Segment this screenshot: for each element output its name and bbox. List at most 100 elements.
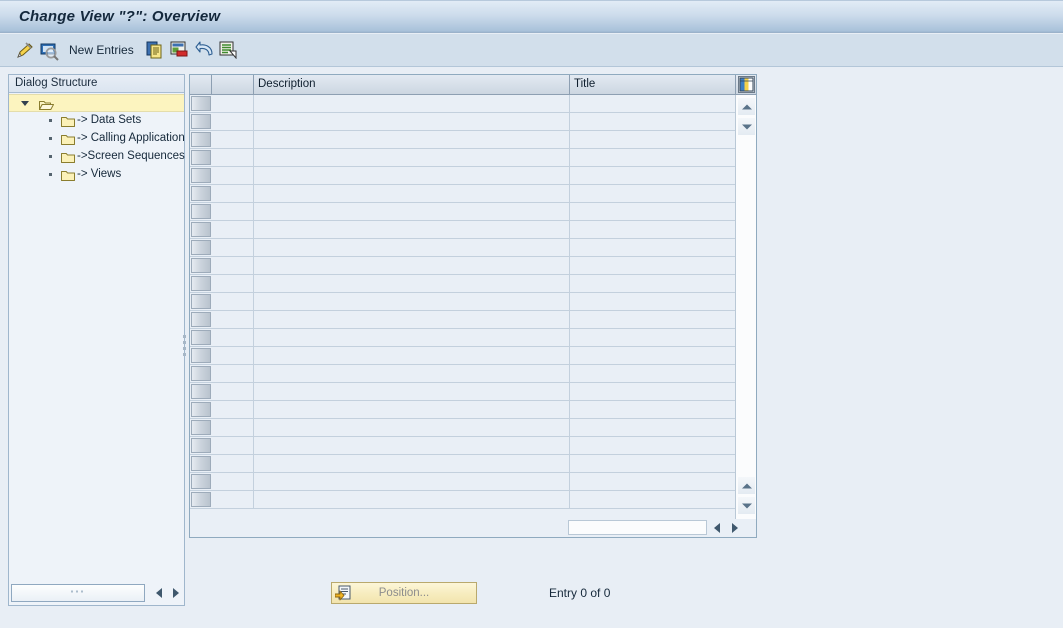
chevron-down-icon[interactable] [21, 101, 29, 106]
row-selector-button[interactable] [191, 312, 211, 327]
table-row[interactable] [190, 473, 736, 491]
folder-open-icon [39, 98, 54, 110]
table-row[interactable] [190, 455, 736, 473]
table-row[interactable] [190, 383, 736, 401]
table-scroll-left-icon[interactable] [708, 519, 725, 536]
tree-item-screen-sequences[interactable]: ->Screen Sequences [9, 148, 185, 166]
sidebar-scroll-thumb[interactable] [11, 584, 145, 602]
position-button[interactable]: Position... [331, 582, 477, 604]
cell-divider [253, 203, 254, 220]
cell-divider [253, 149, 254, 166]
row-selector-button[interactable] [191, 474, 211, 489]
cell-divider [569, 491, 570, 508]
tree-item-label: -> Views [77, 168, 122, 180]
row-selector-button[interactable] [191, 222, 211, 237]
row-selector-button[interactable] [191, 456, 211, 471]
row-selector-button[interactable] [191, 366, 211, 381]
row-selector-button[interactable] [191, 132, 211, 147]
table-row[interactable] [190, 275, 736, 293]
row-selector-button[interactable] [191, 438, 211, 453]
cell-divider [253, 257, 254, 274]
table-vertical-scrollbar[interactable] [735, 95, 756, 519]
tree-item-calling-application[interactable]: -> Calling Application [9, 130, 185, 148]
table-body [190, 95, 736, 519]
copy-icon[interactable] [146, 41, 164, 61]
tree-root-node[interactable] [9, 94, 184, 112]
row-selector-button[interactable] [191, 348, 211, 363]
row-selector-button[interactable] [191, 150, 211, 165]
table-scroll-thumb[interactable] [568, 520, 707, 535]
cell-divider [569, 95, 570, 112]
scroll-grip-icon [71, 590, 85, 596]
delete-row-icon[interactable] [170, 41, 188, 61]
row-selector-button[interactable] [191, 384, 211, 399]
row-selector-button[interactable] [191, 96, 211, 111]
scroll-right-icon[interactable] [168, 585, 184, 601]
cell-divider [569, 329, 570, 346]
table-row[interactable] [190, 437, 736, 455]
row-selector-button[interactable] [191, 492, 211, 507]
tree-item-views[interactable]: -> Views [9, 166, 184, 184]
column-config-icon[interactable] [738, 76, 755, 93]
folder-icon [61, 115, 76, 127]
cell-divider [569, 365, 570, 382]
row-selector-button[interactable] [191, 330, 211, 345]
scroll-up-icon[interactable] [738, 98, 755, 115]
column-header-selector[interactable] [190, 75, 212, 94]
scroll-down-icon[interactable] [738, 118, 755, 135]
undo-arrow-icon[interactable] [195, 41, 215, 61]
column-header-title[interactable]: Title [570, 75, 736, 94]
table-row[interactable] [190, 419, 736, 437]
row-selector-button[interactable] [191, 276, 211, 291]
table-row[interactable] [190, 365, 736, 383]
paste-icon[interactable] [219, 41, 237, 61]
cell-divider [253, 293, 254, 310]
table-row[interactable] [190, 347, 736, 365]
table-row[interactable] [190, 239, 736, 257]
table-row[interactable] [190, 257, 736, 275]
scroll-left-icon[interactable] [151, 585, 167, 601]
cell-divider [253, 401, 254, 418]
scroll-page-up-icon[interactable] [738, 477, 755, 494]
panel-splitter-handle[interactable] [182, 335, 188, 359]
row-selector-button[interactable] [191, 420, 211, 435]
row-selector-button[interactable] [191, 204, 211, 219]
row-selector-button[interactable] [191, 186, 211, 201]
row-selector-button[interactable] [191, 240, 211, 255]
table-row[interactable] [190, 491, 736, 509]
entry-status-text: Entry 0 of 0 [549, 586, 611, 600]
cell-divider [253, 113, 254, 130]
table-row[interactable] [190, 401, 736, 419]
row-selector-button[interactable] [191, 258, 211, 273]
cell-divider [569, 383, 570, 400]
magnifier-screen-icon[interactable] [39, 41, 59, 61]
scroll-page-down-icon[interactable] [738, 497, 755, 514]
table-row[interactable] [190, 131, 736, 149]
cell-divider [569, 401, 570, 418]
table-row[interactable] [190, 293, 736, 311]
tree-item-label: -> Data Sets [77, 114, 142, 126]
table-row[interactable] [190, 167, 736, 185]
row-selector-button[interactable] [191, 168, 211, 183]
table-row[interactable] [190, 149, 736, 167]
column-header-narrow[interactable] [212, 75, 254, 94]
table-row[interactable] [190, 95, 736, 113]
row-selector-button[interactable] [191, 402, 211, 417]
sidebar-horizontal-scrollbar[interactable] [11, 584, 182, 603]
table-row[interactable] [190, 221, 736, 239]
table-row[interactable] [190, 185, 736, 203]
table-row[interactable] [190, 203, 736, 221]
column-header-description[interactable]: Description [254, 75, 570, 94]
table-horizontal-scrollbar[interactable] [190, 519, 756, 537]
table-row[interactable] [190, 113, 736, 131]
table-row[interactable] [190, 311, 736, 329]
cell-divider [569, 311, 570, 328]
new-entries-button[interactable]: New Entries [69, 43, 134, 57]
row-selector-button[interactable] [191, 114, 211, 129]
pencil-magnifier-icon[interactable] [15, 41, 35, 61]
tree-item-data-sets[interactable]: -> Data Sets [9, 112, 184, 130]
row-selector-button[interactable] [191, 294, 211, 309]
cell-divider [253, 185, 254, 202]
table-row[interactable] [190, 329, 736, 347]
table-scroll-right-icon[interactable] [726, 519, 743, 536]
